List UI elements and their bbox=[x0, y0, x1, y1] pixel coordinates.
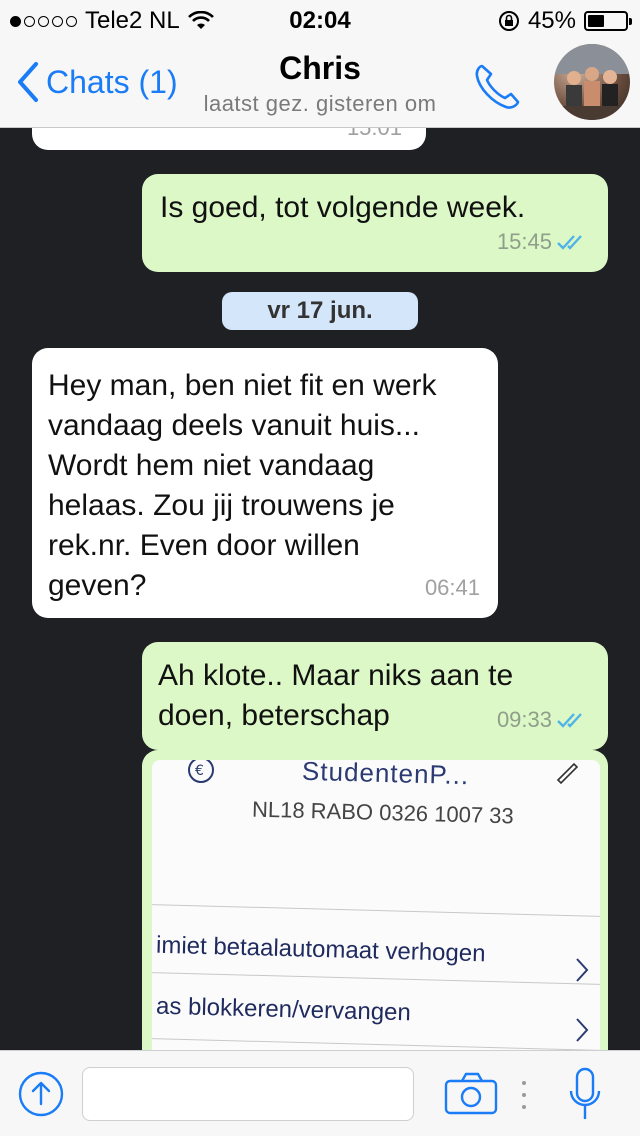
battery-percent: 45% bbox=[527, 7, 576, 34]
phone-call-icon[interactable] bbox=[470, 58, 526, 114]
chevron-right-icon bbox=[576, 958, 589, 982]
drag-handle-icon bbox=[522, 1081, 526, 1109]
pencil-icon bbox=[556, 762, 579, 784]
divider bbox=[152, 972, 600, 985]
status-bar: Tele2 NL 02:04 45% bbox=[0, 0, 640, 40]
input-bar bbox=[0, 1050, 640, 1136]
back-button[interactable]: Chats (1) bbox=[14, 60, 178, 104]
avatar-photo-icon bbox=[554, 44, 630, 120]
camera-icon[interactable] bbox=[444, 1071, 498, 1115]
back-button-label: Chats (1) bbox=[46, 63, 178, 100]
chat-header: Chats (1) Chris laatst gez. gisteren om bbox=[0, 40, 640, 128]
image-screenshot[interactable]: € StudentenP... NL18 RABO 0326 1007 33 i… bbox=[152, 760, 600, 1050]
message-bubble-outgoing[interactable]: Is goed, tot volgende week. 15:45 bbox=[142, 174, 608, 272]
contact-name: Chris bbox=[279, 50, 361, 86]
contact-info[interactable]: Chris laatst gez. gisteren om bbox=[190, 50, 450, 117]
message-time: 09:33 bbox=[496, 707, 552, 732]
message-time: 15:45 bbox=[496, 229, 552, 254]
message-bubble-incoming[interactable]: 15:01 bbox=[32, 128, 426, 150]
date-divider: vr 17 jun. bbox=[222, 292, 418, 330]
list-item: imiet betaalautomaat verhogen bbox=[155, 931, 486, 968]
message-text: Hey man, ben niet fit en werk vandaag de… bbox=[48, 369, 437, 602]
message-time: 06:41 bbox=[424, 575, 480, 600]
microphone-icon[interactable] bbox=[568, 1067, 602, 1123]
message-text: Ah klote.. Maar niks aan te doen, beters… bbox=[158, 659, 514, 732]
message-meta: 15:45 bbox=[497, 222, 590, 262]
read-receipt-icon bbox=[557, 235, 582, 250]
chevron-left-icon bbox=[18, 62, 38, 102]
message-meta: 06:41 bbox=[425, 568, 480, 608]
last-seen: laatst gez. gisteren om bbox=[203, 91, 437, 116]
list-item: as blokkeren/vervangen bbox=[155, 992, 412, 1027]
divider bbox=[152, 904, 600, 917]
svg-text:€: € bbox=[195, 763, 204, 779]
euro-icon: € bbox=[188, 760, 214, 783]
message-input[interactable] bbox=[82, 1067, 414, 1121]
contact-avatar[interactable] bbox=[554, 44, 630, 120]
chat-area[interactable]: 15:01 Is goed, tot volgende week. 15:45 … bbox=[0, 128, 640, 1050]
share-upload-icon[interactable] bbox=[18, 1071, 64, 1117]
message-meta: 09:33 bbox=[497, 700, 590, 740]
image-message[interactable]: € StudentenP... NL18 RABO 0326 1007 33 i… bbox=[142, 750, 608, 1050]
status-right: 45% bbox=[498, 7, 632, 35]
battery-icon bbox=[584, 11, 632, 31]
message-time-text: 15:01 bbox=[347, 128, 402, 148]
message-bubble-incoming[interactable]: Hey man, ben niet fit en werk vandaag de… bbox=[32, 348, 498, 618]
divider bbox=[152, 1038, 600, 1050]
rotation-lock-icon bbox=[498, 11, 519, 31]
account-name: StudentenP... bbox=[301, 760, 470, 791]
chevron-right-icon bbox=[576, 1018, 589, 1042]
iban-number: NL18 RABO 0326 1007 33 bbox=[251, 796, 515, 829]
message-bubble-outgoing[interactable]: Ah klote.. Maar niks aan te doen, beters… bbox=[142, 642, 608, 750]
read-receipt-icon bbox=[557, 713, 582, 728]
message-time: 15:01 bbox=[347, 128, 402, 148]
